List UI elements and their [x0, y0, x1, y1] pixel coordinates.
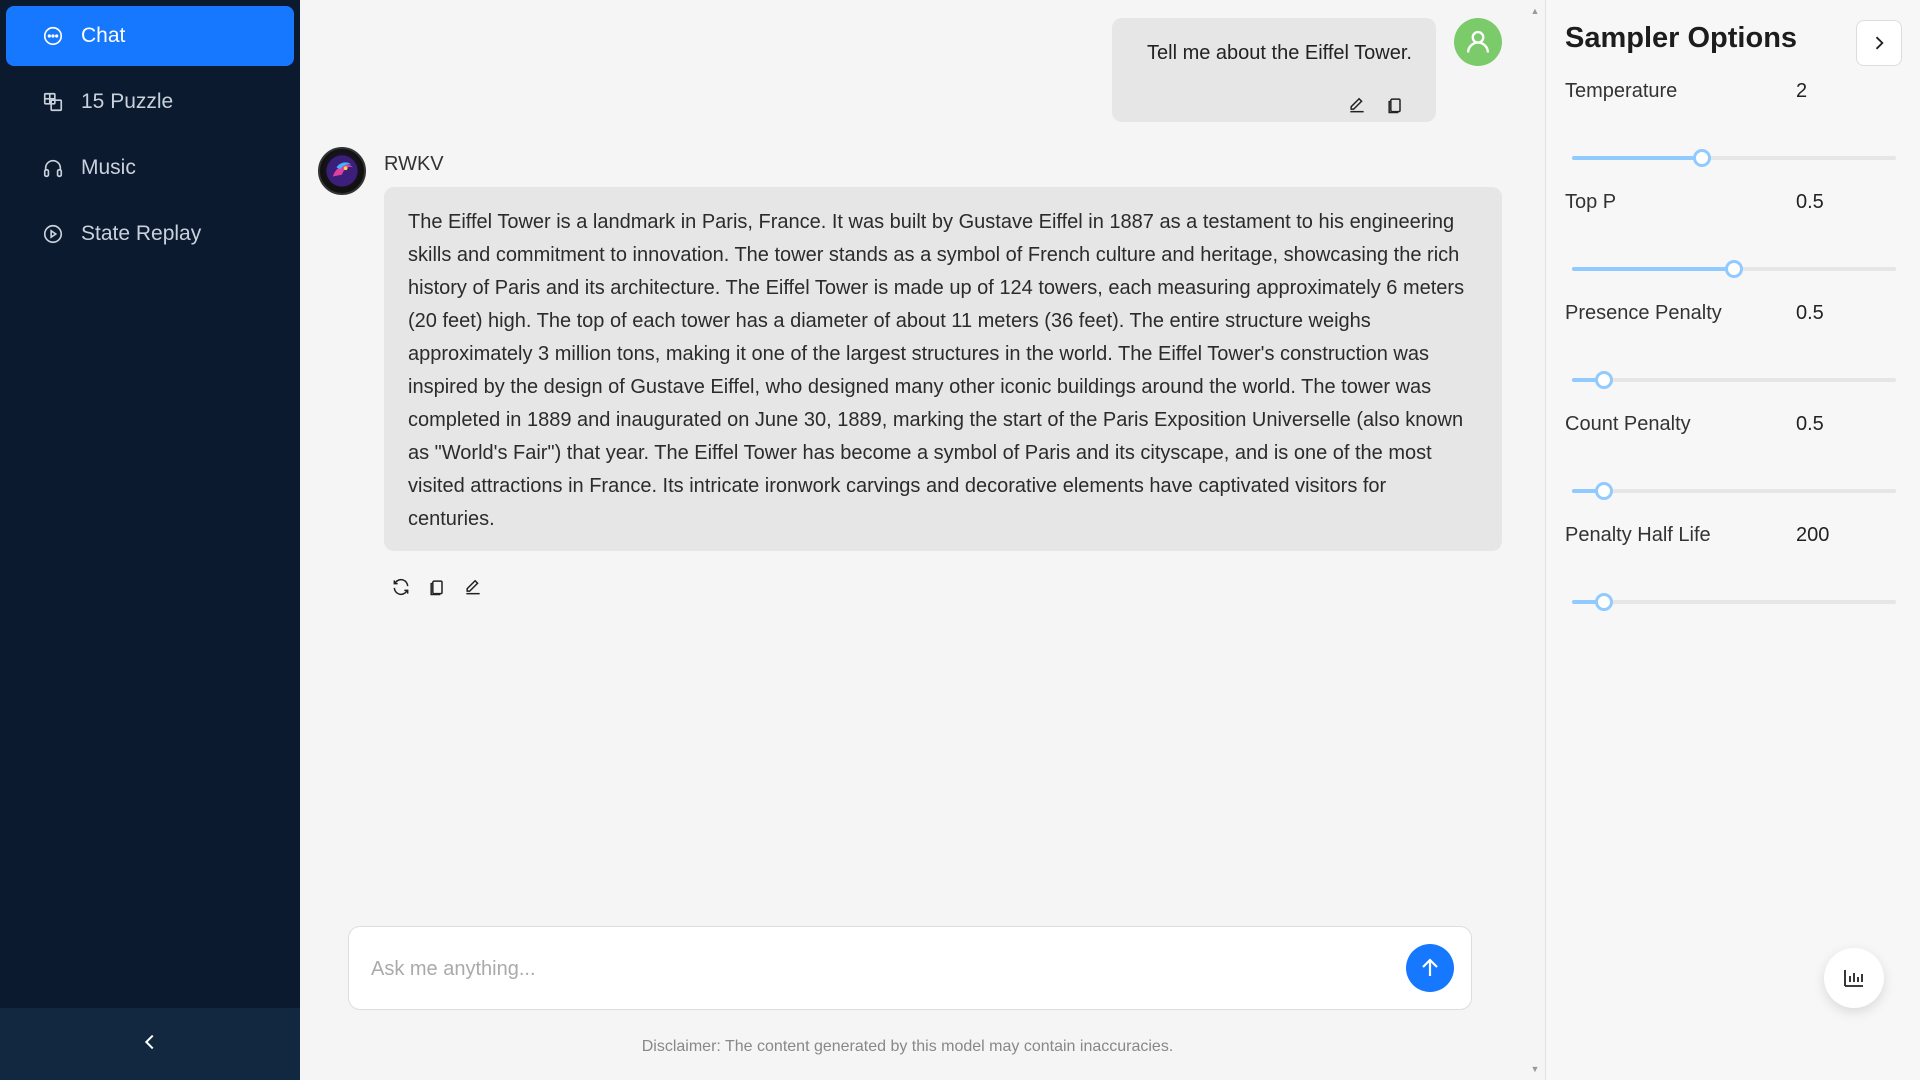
puzzle-icon: [41, 90, 65, 114]
option-value: 200: [1796, 524, 1830, 546]
bot-message-bubble: The Eiffel Tower is a landmark in Paris,…: [384, 187, 1502, 551]
chat-area: Tell me about the Eiffel Tower. RWKV The…: [300, 0, 1545, 1080]
panel-collapse-button[interactable]: [1856, 20, 1902, 66]
option-value: 0.5: [1796, 302, 1824, 324]
option-label: Count Penalty: [1565, 413, 1691, 435]
penalty-half-life-slider[interactable]: [1572, 592, 1896, 612]
slider-track: [1572, 267, 1734, 271]
option-label: Penalty Half Life: [1565, 524, 1711, 546]
chat-input-box: [348, 926, 1472, 1010]
sidebar-item-15-puzzle[interactable]: 15 Puzzle: [6, 72, 294, 132]
edit-icon[interactable]: [1346, 94, 1368, 116]
sidebar-item-label: State Replay: [81, 222, 202, 245]
slider-handle[interactable]: [1692, 149, 1711, 167]
slider-handle[interactable]: [1725, 260, 1743, 278]
slider-track: [1572, 156, 1702, 160]
temperature-slider[interactable]: [1572, 148, 1896, 168]
option-temperature: Temperature 2: [1546, 80, 1920, 191]
user-message-bubble: Tell me about the Eiffel Tower.: [1112, 18, 1436, 122]
user-message-text: Tell me about the Eiffel Tower.: [1147, 42, 1412, 64]
bot-avatar: [318, 147, 366, 195]
option-count-penalty: Count Penalty 0.5: [1546, 413, 1920, 524]
play-circle-icon: [41, 222, 65, 246]
scroll-down-icon[interactable]: ▼: [1530, 1064, 1540, 1074]
slider-handle[interactable]: [1595, 482, 1614, 500]
sidebar-item-label: Chat: [81, 24, 126, 47]
option-value: 0.5: [1796, 191, 1824, 213]
arrow-up-icon: [1418, 956, 1442, 980]
option-top-p: Top P 0.5: [1546, 191, 1920, 302]
chat-bubble-icon: [41, 24, 65, 48]
option-label: Presence Penalty: [1565, 302, 1722, 324]
bar-chart-icon: [1842, 966, 1866, 990]
chevron-left-icon: [139, 1031, 161, 1058]
sidebar-item-label: 15 Puzzle: [81, 90, 174, 113]
presence-penalty-slider[interactable]: [1572, 370, 1896, 390]
slider-handle[interactable]: [1595, 371, 1614, 389]
copy-icon[interactable]: [426, 576, 448, 598]
chat-input[interactable]: [371, 949, 1371, 989]
scroll-up-icon[interactable]: ▲: [1530, 6, 1540, 16]
stats-button[interactable]: [1824, 948, 1884, 1008]
sidebar-item-chat[interactable]: Chat: [6, 6, 294, 66]
sidebar-collapse-button[interactable]: [0, 1008, 300, 1080]
disclaimer-text: Disclaimer: The content generated by thi…: [641, 1038, 1174, 1055]
sidebar-item-state-replay[interactable]: State Replay: [6, 204, 294, 264]
option-value: 0.5: [1796, 413, 1824, 435]
headphones-icon: [41, 156, 65, 180]
sidebar-item-label: Music: [81, 156, 136, 179]
sidebar-item-music[interactable]: Music: [6, 138, 294, 198]
sampler-panel: Sampler Options Temperature 2 Top P 0.5 …: [1545, 0, 1920, 1080]
sidebar: Chat 15 Puzzle Music State Replay: [0, 0, 300, 1080]
slider-handle[interactable]: [1595, 593, 1614, 611]
user-avatar: [1454, 18, 1502, 66]
chevron-right-icon: [1869, 33, 1889, 53]
chat-scrollbar[interactable]: ▲ ▼: [1525, 0, 1545, 1080]
count-penalty-slider[interactable]: [1572, 481, 1896, 501]
option-presence-penalty: Presence Penalty 0.5: [1546, 302, 1920, 413]
top-p-slider[interactable]: [1572, 259, 1896, 279]
option-value: 2: [1796, 80, 1808, 102]
bot-name: RWKV: [384, 153, 444, 175]
app-window: Chat 15 Puzzle Music State Replay Tell m…: [0, 0, 1920, 1080]
user-icon: [1466, 30, 1490, 53]
option-label: Top P: [1565, 191, 1617, 213]
edit-icon[interactable]: [462, 576, 484, 598]
option-label: Temperature: [1565, 80, 1678, 102]
panel-title: Sampler Options: [1565, 22, 1798, 54]
copy-icon[interactable]: [1384, 94, 1406, 116]
regenerate-icon[interactable]: [390, 576, 412, 598]
send-button[interactable]: [1406, 944, 1454, 992]
option-penalty-half-life: Penalty Half Life 200: [1546, 524, 1920, 635]
